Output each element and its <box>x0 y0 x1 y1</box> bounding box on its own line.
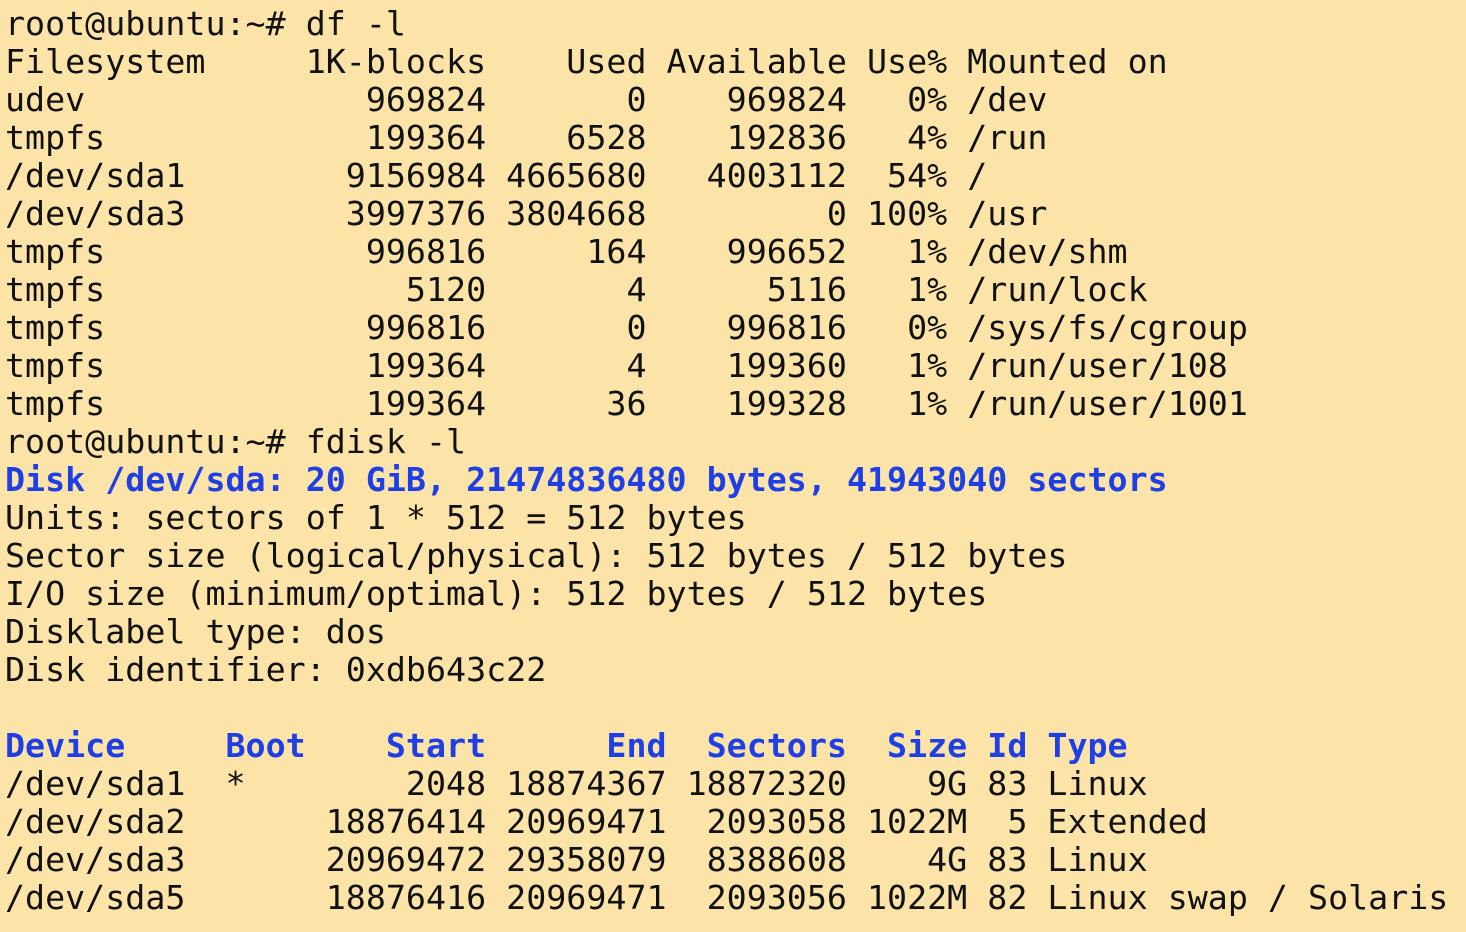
partition-row-sda2: /dev/sda2 18876414 20969471 2093058 1022… <box>5 802 1208 841</box>
fdisk-disklabel-type: Disklabel type: dos <box>5 612 386 651</box>
df-row-udev: udev 969824 0 969824 0% /dev <box>5 80 1048 119</box>
fdisk-units: Units: sectors of 1 * 512 = 512 bytes <box>5 498 747 537</box>
df-row-sda1: /dev/sda1 9156984 4665680 4003112 54% / <box>5 156 988 195</box>
df-header-row: Filesystem 1K-blocks Used Available Use%… <box>5 42 1168 81</box>
df-row-sda3: /dev/sda3 3997376 3804668 0 100% /usr <box>5 194 1048 233</box>
df-row-tmpfs-user108: tmpfs 199364 4 199360 1% /run/user/108 <box>5 346 1228 385</box>
df-row-tmpfs-cgroup: tmpfs 996816 0 996816 0% /sys/fs/cgroup <box>5 308 1248 347</box>
df-row-tmpfs-run: tmpfs 199364 6528 192836 4% /run <box>5 118 1048 157</box>
df-row-tmpfs-lock: tmpfs 5120 4 5116 1% /run/lock <box>5 270 1148 309</box>
fdisk-io-size: I/O size (minimum/optimal): 512 bytes / … <box>5 574 988 613</box>
partition-row-sda1: /dev/sda1 * 2048 18874367 18872320 9G 83… <box>5 764 1148 803</box>
fdisk-sector-size: Sector size (logical/physical): 512 byte… <box>5 536 1068 575</box>
partition-row-sda3: /dev/sda3 20969472 29358079 8388608 4G 8… <box>5 840 1148 879</box>
partition-row-sda5: /dev/sda5 18876416 20969471 2093056 1022… <box>5 878 1449 917</box>
fdisk-disk-identifier: Disk identifier: 0xdb643c22 <box>5 650 547 689</box>
df-row-tmpfs-shm: tmpfs 996816 164 996652 1% /dev/shm <box>5 232 1128 271</box>
terminal-window[interactable]: root@ubuntu:~# df -l Filesystem 1K-block… <box>0 0 1466 932</box>
fdisk-disk-summary: Disk /dev/sda: 20 GiB, 21474836480 bytes… <box>5 460 1168 499</box>
prompt-line-fdisk: root@ubuntu:~# fdisk -l <box>5 422 467 461</box>
df-row-tmpfs-user1001: tmpfs 199364 36 199328 1% /run/user/1001 <box>5 384 1248 423</box>
prompt-line-df: root@ubuntu:~# df -l <box>5 4 406 43</box>
partition-table-header: Device Boot Start End Sectors Size Id Ty… <box>5 726 1128 765</box>
